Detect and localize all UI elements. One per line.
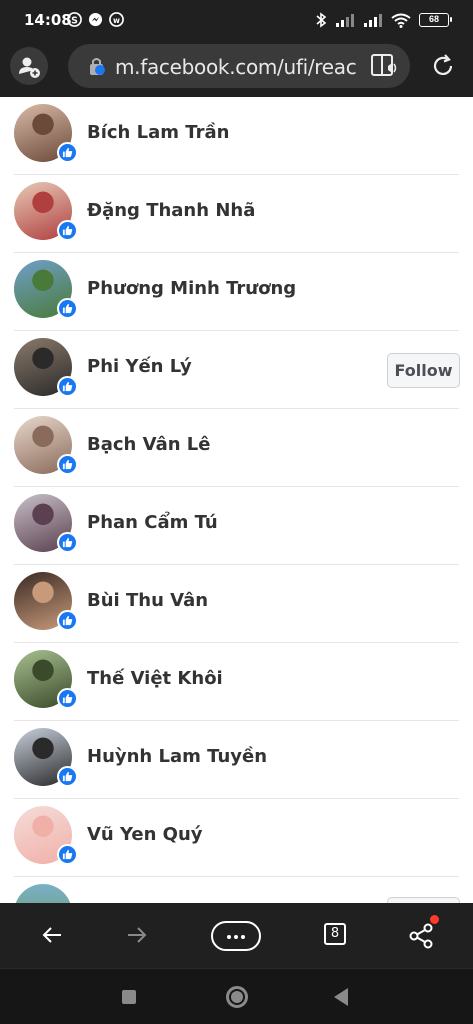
recents-button[interactable] xyxy=(122,990,136,1004)
bluetooth-icon xyxy=(316,12,327,28)
reaction-row[interactable]: Phan Cẩm Tú xyxy=(0,487,473,565)
reaction-row[interactable]: Thế Việt Khôi xyxy=(0,643,473,721)
reaction-row[interactable]: Bạch Vân Lê xyxy=(0,409,473,487)
reader-mode-icon[interactable] xyxy=(370,52,400,80)
wifi-icon xyxy=(391,13,411,28)
w-app-icon: w xyxy=(109,12,124,27)
skype-icon: S xyxy=(67,12,82,27)
svg-text:w: w xyxy=(113,16,120,25)
avatar[interactable] xyxy=(14,884,72,903)
reaction-row[interactable]: Bích Lam Trần xyxy=(0,97,473,175)
system-nav-bar xyxy=(0,968,473,1024)
status-icons: 68 xyxy=(315,10,452,30)
battery-icon: 68 xyxy=(419,13,452,27)
reactor-name[interactable]: Thế Việt Khôi xyxy=(87,668,223,689)
svg-text:S: S xyxy=(71,15,78,26)
notification-dot xyxy=(430,915,439,924)
like-reaction-icon xyxy=(57,688,78,709)
profile-button[interactable] xyxy=(10,47,48,85)
forward-arrow-icon[interactable] xyxy=(122,920,152,950)
add-profile-icon xyxy=(19,57,40,78)
like-reaction-icon xyxy=(57,844,78,865)
messenger-icon xyxy=(88,12,103,27)
reaction-row[interactable]: Huỳnh Lam Tuyền xyxy=(0,721,473,799)
url-field[interactable]: m.facebook.com/ufi/reactio xyxy=(68,44,410,88)
url-text: m.facebook.com/ufi/reactio xyxy=(115,55,357,79)
signal-icon xyxy=(364,14,382,27)
back-arrow-icon[interactable] xyxy=(37,920,67,950)
like-reaction-icon xyxy=(57,532,78,553)
reactor-name[interactable]: Vũ Yen Quý xyxy=(87,824,203,845)
browser-url-bar: m.facebook.com/ufi/reactio xyxy=(0,40,473,97)
more-menu-button[interactable] xyxy=(211,921,261,951)
like-reaction-icon xyxy=(57,220,78,241)
like-reaction-icon xyxy=(57,376,78,397)
reactor-name[interactable]: Đặng Thanh Nhã xyxy=(87,200,255,221)
reaction-row[interactable]: Phi Yến Lý Follow xyxy=(0,331,473,409)
reactor-name[interactable]: Bích Lam Trần xyxy=(87,122,229,143)
reaction-row[interactable]: Phương Minh Trương xyxy=(0,253,473,331)
like-reaction-icon xyxy=(57,298,78,319)
like-reaction-icon xyxy=(57,142,78,163)
like-reaction-icon xyxy=(57,610,78,631)
reactor-name[interactable]: Huỳnh Lam Tuyền xyxy=(87,746,267,767)
signal-icon xyxy=(336,14,354,27)
reactor-name[interactable]: Phi Yến Lý xyxy=(87,356,192,377)
reaction-row[interactable]: Đặng Thanh Nhã xyxy=(0,175,473,253)
row-divider xyxy=(14,876,459,877)
reactor-name[interactable]: Bùi Thu Vân xyxy=(87,590,208,611)
home-button[interactable] xyxy=(226,986,248,1008)
like-reaction-icon xyxy=(57,766,78,787)
reaction-row[interactable]: Bùi Thu Vân xyxy=(0,565,473,643)
reactor-name[interactable]: Bạch Vân Lê xyxy=(87,434,210,455)
refresh-icon[interactable] xyxy=(430,53,456,79)
reactor-name[interactable]: Phan Cẩm Tú xyxy=(87,512,218,533)
reactions-list: Bích Lam Trần Đặng Thanh Nhã Phương Minh T… xyxy=(0,97,473,903)
tabs-button[interactable]: 8 xyxy=(324,923,346,945)
status-bar: 14:08 S w 68 xyxy=(0,0,473,40)
like-reaction-icon xyxy=(57,454,78,475)
site-lock-icon xyxy=(90,58,105,75)
share-icon[interactable] xyxy=(406,920,436,950)
system-back-button[interactable] xyxy=(334,988,348,1006)
status-time: 14:08 xyxy=(24,11,72,29)
follow-button[interactable]: Follow xyxy=(387,353,460,388)
reaction-row[interactable]: Vũ Yen Quý xyxy=(0,799,473,877)
browser-toolbar: 8 xyxy=(0,903,473,968)
reactor-name[interactable]: Phương Minh Trương xyxy=(87,278,296,299)
